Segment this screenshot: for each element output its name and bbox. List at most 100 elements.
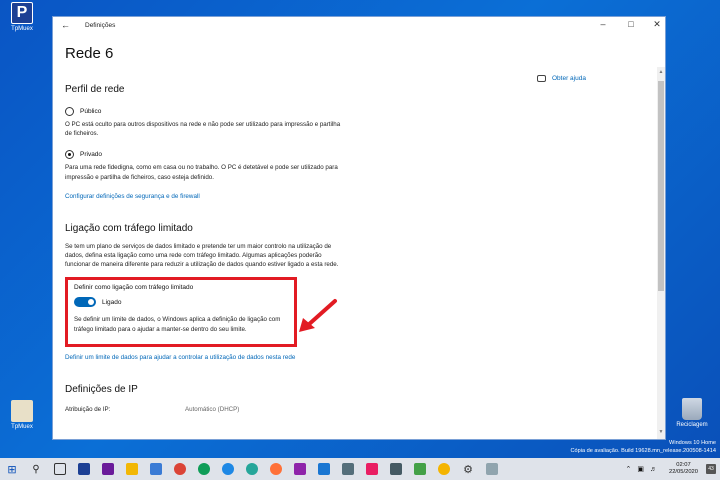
private-description: Para uma rede fidedigna, como em casa ou… [65, 164, 338, 181]
taskbar-app-mail[interactable] [384, 458, 408, 480]
photos-icon [342, 463, 354, 475]
search-icon: ⚲ [32, 463, 40, 475]
desktop-icon-tpmuex-2[interactable]: TpMuex [2, 400, 42, 430]
data-limit-link[interactable]: Definir um limite de dados para ajudar a… [65, 353, 345, 362]
taskbar-app-explorer[interactable] [120, 458, 144, 480]
app-p-icon [78, 463, 90, 475]
clock-date: 22/05/2020 [668, 469, 698, 475]
green-app-icon [414, 463, 426, 475]
ip-assignment-label: Atribuição de IP: [65, 406, 111, 414]
scrollbar[interactable]: ▲ ▼ [657, 67, 665, 439]
taskbar-app-chrome[interactable] [168, 458, 192, 480]
taskbar: ⊞ ⚲ ⚙ ⌃ ▣ ♬ 02:07 22/05/2020 43 [0, 458, 720, 480]
metered-description: Se tem um plano de serviços de dados lim… [65, 242, 339, 269]
taskbar-app-store[interactable] [144, 458, 168, 480]
desktop-icon-label: Reciclagem [676, 422, 708, 428]
app-p-icon: P [11, 2, 33, 24]
window-title: Definições [85, 22, 116, 29]
radio-private-circle[interactable] [65, 150, 74, 160]
desktop-icon-recycle-bin[interactable]: Reciclagem [672, 398, 712, 428]
desktop-icon-label: TpMuex [11, 26, 33, 32]
network-profile-heading: Perfil de rede [65, 84, 125, 95]
metered-highlight-box: Definir como ligação com tráfego limitad… [65, 277, 297, 348]
taskbar-app-chrome-2[interactable] [192, 458, 216, 480]
system-tray: ⌃ ▣ ♬ 02:07 22/05/2020 43 [625, 458, 716, 480]
metered-toggle-description: Se definir um limite de dados, o Windows… [74, 316, 281, 333]
taskbar-app-photos[interactable] [336, 458, 360, 480]
recycle-bin-icon [682, 398, 702, 420]
taskbar-app-edge[interactable] [216, 458, 240, 480]
radio-private-label: Privado [80, 151, 103, 159]
scroll-up-icon[interactable]: ▲ [657, 69, 665, 75]
taskbar-app-edge-dev[interactable] [240, 458, 264, 480]
volume-icon[interactable]: ♬ [650, 466, 657, 473]
taskbar-app-green[interactable] [408, 458, 432, 480]
ip-assignment-row: Atribuição de IP: Automático (DHCP) [65, 405, 345, 414]
start-button[interactable]: ⊞ [0, 458, 24, 480]
gear-icon: ⚙ [463, 463, 473, 476]
ip-settings-heading: Definições de IP [65, 384, 138, 396]
metered-toggle-state: Ligado [102, 298, 122, 306]
slack-icon [366, 463, 378, 475]
network-icon[interactable]: ▣ [637, 465, 644, 473]
edge-dev-icon [246, 463, 258, 475]
radio-private[interactable]: Privado [65, 150, 345, 160]
metered-toggle-row[interactable]: Ligado [74, 297, 288, 308]
clock-time: 02:07 [676, 461, 691, 468]
taskbar-app-settings[interactable]: ⚙ [456, 458, 480, 480]
taskbar-app-display[interactable] [480, 458, 504, 480]
taskbar-app-chrome-3[interactable] [432, 458, 456, 480]
radio-public-circle[interactable] [65, 107, 74, 116]
scrollbar-thumb[interactable] [658, 81, 664, 291]
page-title: Rede 6 [65, 45, 114, 62]
back-arrow-icon[interactable]: ← [61, 20, 70, 30]
help-link[interactable]: Obter ajuda [537, 75, 586, 82]
desktop-icon-tpmuex[interactable]: P TpMuex [2, 2, 42, 32]
taskbar-app-tool[interactable] [288, 458, 312, 480]
chat-help-icon [537, 75, 546, 82]
taskbar-app-video[interactable] [96, 458, 120, 480]
clock[interactable]: 02:07 22/05/2020 [669, 462, 698, 477]
document-icon [11, 400, 33, 422]
chrome-canary-icon [198, 463, 210, 475]
firewall-settings-link[interactable]: Configurar definições de segurança e de … [65, 192, 345, 201]
metered-toggle-label: Definir como ligação com tráfego limitad… [74, 284, 194, 292]
maximize-button[interactable]: □ [619, 19, 643, 29]
chrome-beta-icon [438, 463, 450, 475]
mail-icon [390, 463, 402, 475]
settings-window: ← Definições – □ ✕ Rede 6 Perfil de rede… [52, 16, 666, 440]
vscode-icon [318, 463, 330, 475]
title-bar: ← Definições – □ ✕ [53, 17, 665, 35]
store-icon [150, 463, 162, 475]
task-view-icon [54, 463, 66, 475]
taskbar-app-firefox[interactable] [264, 458, 288, 480]
close-button[interactable]: ✕ [645, 19, 665, 30]
metered-heading: Ligação com tráfego limitado [65, 222, 193, 234]
desktop-icon-label: TpMuex [11, 424, 33, 430]
minimize-button[interactable]: – [591, 19, 615, 29]
taskbar-app-slack[interactable] [360, 458, 384, 480]
radio-public-label: Público [80, 108, 102, 115]
windows-logo-icon: ⊞ [7, 463, 17, 476]
tool-icon [294, 463, 306, 475]
help-link-label: Obter ajuda [552, 75, 586, 82]
taskbar-app-vscode[interactable] [312, 458, 336, 480]
search-button[interactable]: ⚲ [24, 458, 48, 480]
tray-chevron-up-icon[interactable]: ⌃ [625, 465, 631, 473]
scroll-down-icon[interactable]: ▼ [657, 429, 665, 435]
taskbar-app-p[interactable] [72, 458, 96, 480]
edge-icon [222, 463, 234, 475]
folder-icon [126, 463, 138, 475]
ip-assignment-value: Automático (DHCP) [185, 406, 240, 414]
video-icon [102, 463, 114, 475]
firefox-icon [270, 463, 282, 475]
settings-content: Rede 6 Perfil de rede Público O PC está … [65, 41, 345, 415]
chrome-icon [174, 463, 186, 475]
task-view-button[interactable] [48, 458, 72, 480]
public-description: O PC está oculto para outros dispositivo… [65, 121, 341, 138]
radio-public[interactable]: Público [65, 107, 345, 116]
red-arrow-annotation-icon [299, 299, 337, 332]
notifications-icon[interactable]: 43 [706, 464, 716, 474]
metered-toggle-switch[interactable] [74, 297, 96, 308]
watermark-edition: Windows 10 Home [669, 440, 716, 446]
